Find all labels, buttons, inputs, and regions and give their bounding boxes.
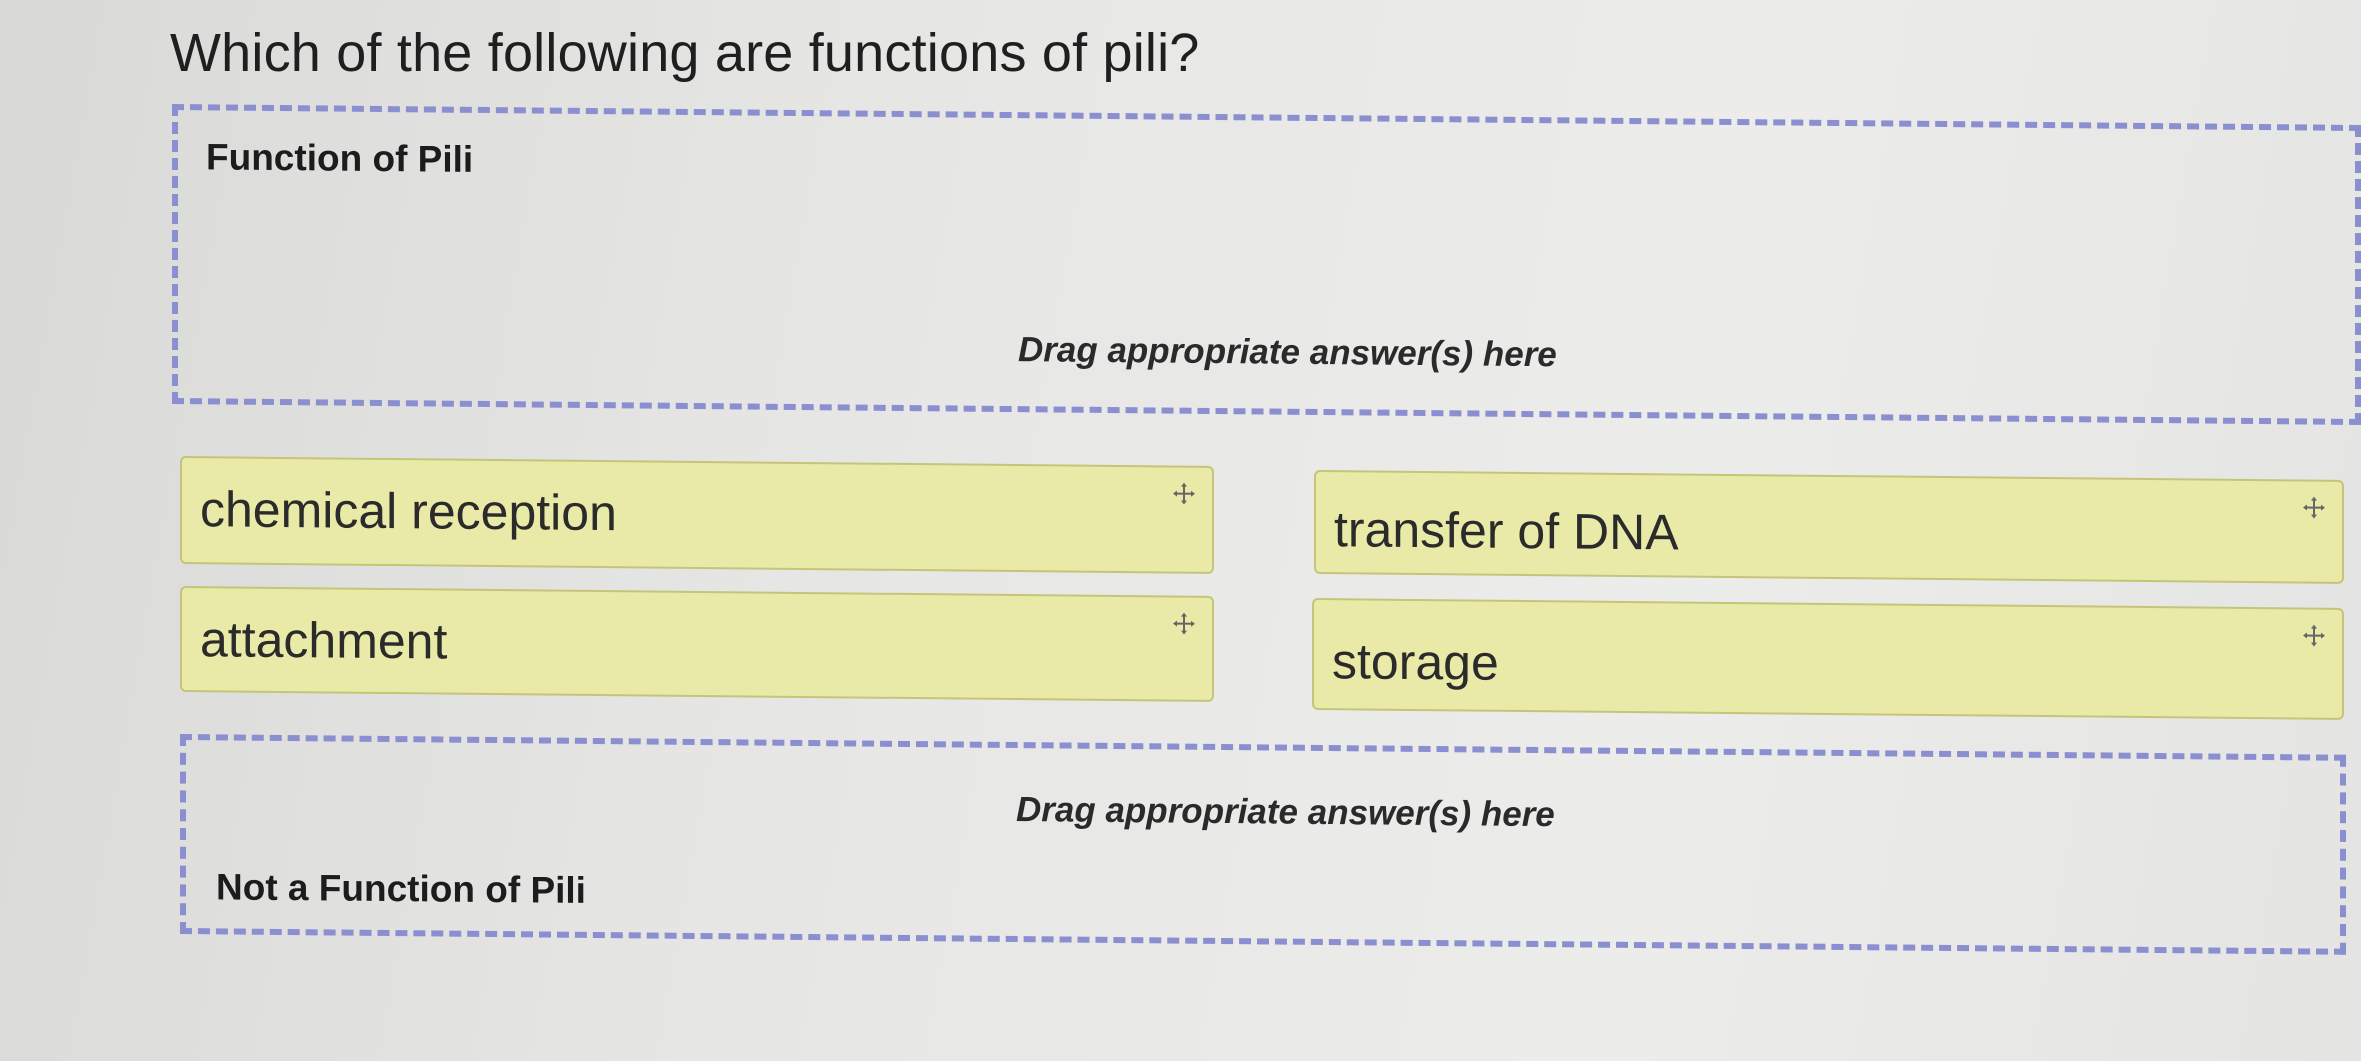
move-arrows-icon[interactable] xyxy=(2302,495,2326,519)
dropzone-title: Function of Pili xyxy=(206,136,474,180)
dropzone-hint: Drag appropriate answer(s) here xyxy=(1018,330,1557,375)
dropzone-function-of-pili[interactable]: Function of Pili Drag appropriate answer… xyxy=(172,104,2361,426)
answer-label: transfer of DNA xyxy=(1334,501,1679,561)
answer-label: storage xyxy=(1332,633,1499,691)
answer-card-chemical-reception[interactable]: chemical reception xyxy=(180,456,1214,574)
question-text: Which of the following are functions of … xyxy=(170,23,1200,83)
answer-card-transfer-of-dna[interactable]: transfer of DNA xyxy=(1314,470,2344,584)
answer-card-attachment[interactable]: attachment xyxy=(180,586,1214,702)
move-arrows-icon[interactable] xyxy=(2302,624,2326,648)
answer-label: attachment xyxy=(200,611,448,670)
dropzone-hint: Drag appropriate answer(s) here xyxy=(1016,790,1555,835)
dropzone-not-a-function-of-pili[interactable]: Drag appropriate answer(s) here Not a Fu… xyxy=(180,734,2346,955)
dropzone-title: Not a Function of Pili xyxy=(216,866,586,911)
move-arrows-icon[interactable] xyxy=(1172,482,1196,506)
move-arrows-icon[interactable] xyxy=(1172,612,1196,636)
answer-card-storage[interactable]: storage xyxy=(1312,598,2344,720)
answer-label: chemical reception xyxy=(200,481,617,542)
